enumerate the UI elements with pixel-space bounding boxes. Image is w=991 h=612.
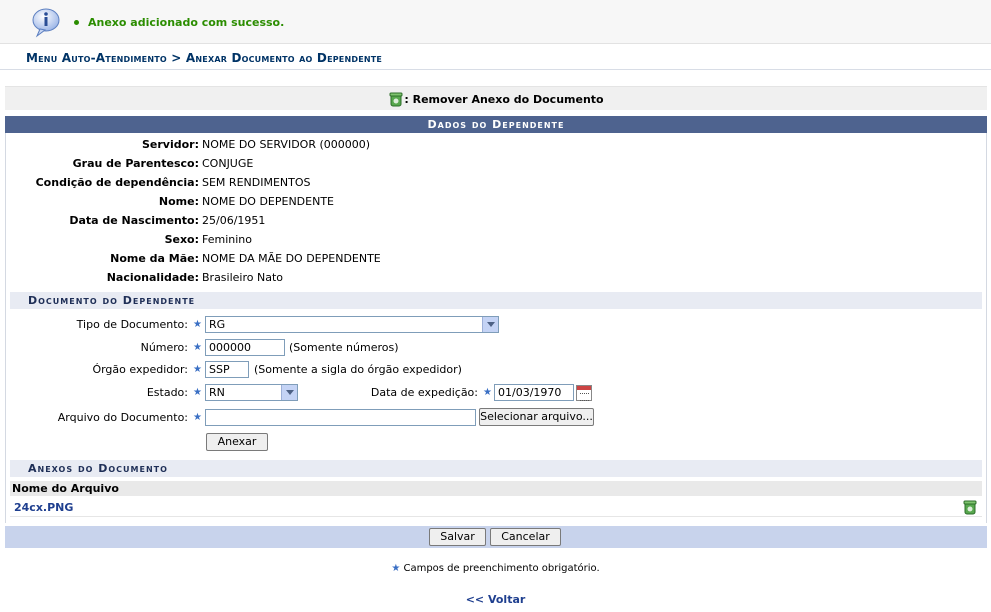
field-label-nacionalidade: Nacionalidade: bbox=[106, 271, 199, 284]
required-note: ★ Campos de preenchimento obrigatório. bbox=[0, 563, 991, 574]
document-section-title: Documento do Dependente bbox=[10, 292, 982, 309]
field-label-sexo: Sexo: bbox=[164, 233, 199, 246]
arquivo-input[interactable] bbox=[205, 409, 476, 426]
info-icon bbox=[32, 8, 60, 38]
chevron-down-icon bbox=[482, 317, 498, 332]
calendar-icon[interactable] bbox=[576, 385, 592, 401]
select-file-button[interactable]: Selecionar arquivo... bbox=[479, 408, 594, 426]
field-value-nascimento: 25/06/1951 bbox=[202, 214, 266, 227]
tipo-documento-select[interactable]: RG bbox=[205, 316, 499, 333]
attachments-section-title: Anexos do Documento bbox=[10, 460, 982, 477]
message-bar: Anexo adicionado com sucesso. bbox=[0, 0, 991, 44]
field-label-dependencia: Condição de dependência: bbox=[35, 176, 199, 189]
cancel-button[interactable]: Cancelar bbox=[490, 528, 561, 546]
field-value-dependencia: SEM RENDIMENTOS bbox=[202, 176, 311, 189]
orgao-expedidor-input[interactable]: SSP bbox=[205, 361, 249, 378]
save-button[interactable]: Salvar bbox=[429, 528, 486, 546]
field-value-nacionalidade: Brasileiro Nato bbox=[202, 271, 283, 284]
field-value-mae: NOME DA MÃE DO DEPENDENTE bbox=[202, 252, 381, 265]
required-icon: ★ bbox=[391, 563, 401, 574]
remove-attachment-label: : Remover Anexo do Documento bbox=[404, 93, 604, 106]
required-icon: ★ bbox=[193, 364, 202, 375]
arquivo-label: Arquivo do Documento: bbox=[57, 411, 188, 424]
numero-input[interactable]: 000000 bbox=[205, 339, 285, 356]
field-label-servidor: Servidor: bbox=[141, 138, 199, 151]
required-icon: ★ bbox=[193, 412, 202, 423]
field-value-parentesco: CONJUGE bbox=[202, 157, 254, 170]
estado-value: RN bbox=[209, 386, 225, 399]
required-note-text: Campos de preenchimento obrigatório. bbox=[403, 563, 600, 574]
attach-button[interactable]: Anexar bbox=[206, 433, 268, 451]
field-value-sexo: Feminino bbox=[202, 233, 252, 246]
orgao-expedidor-label: Órgão expedidor: bbox=[92, 363, 188, 376]
numero-label: Número: bbox=[140, 341, 188, 354]
breadcrumb: Menu Auto-Atendimento > Anexar Documento… bbox=[26, 51, 383, 65]
field-label-nome: Nome: bbox=[158, 195, 199, 208]
data-expedicao-input[interactable]: 01/03/1970 bbox=[494, 384, 574, 401]
trash-icon bbox=[389, 92, 403, 107]
attachment-link[interactable]: 24cx.PNG bbox=[14, 501, 73, 514]
back-link[interactable]: << Voltar bbox=[0, 593, 991, 606]
breadcrumb-divider bbox=[0, 69, 991, 70]
required-icon: ★ bbox=[193, 387, 202, 398]
attachments-column-header: Nome do Arquivo bbox=[10, 481, 982, 496]
success-message: Anexo adicionado com sucesso. bbox=[74, 16, 284, 29]
table-row: 24cx.PNG bbox=[10, 497, 982, 517]
data-expedicao-label: Data de expedição: bbox=[370, 386, 478, 399]
required-icon: ★ bbox=[193, 319, 202, 330]
field-label-mae: Nome da Mãe: bbox=[110, 252, 199, 265]
numero-hint: (Somente números) bbox=[289, 341, 399, 354]
orgao-expedidor-hint: (Somente a sigla do órgão expedidor) bbox=[254, 363, 462, 376]
field-value-servidor: NOME DO SERVIDOR (000000) bbox=[202, 138, 371, 151]
remove-attachment-legend: : Remover Anexo do Documento bbox=[5, 86, 987, 110]
required-icon: ★ bbox=[193, 342, 202, 353]
tipo-documento-label: Tipo de Documento: bbox=[76, 318, 188, 331]
tipo-documento-value: RG bbox=[209, 318, 226, 331]
dependent-section-title: Dados do Dependente bbox=[5, 116, 987, 133]
estado-label: Estado: bbox=[146, 386, 188, 399]
required-icon: ★ bbox=[483, 387, 492, 398]
trash-icon[interactable] bbox=[962, 499, 978, 515]
field-label-parentesco: Grau de Parentesco: bbox=[72, 157, 199, 170]
field-value-nome: NOME DO DEPENDENTE bbox=[202, 195, 334, 208]
field-label-nascimento: Data de Nascimento: bbox=[69, 214, 199, 227]
chevron-down-icon bbox=[281, 385, 297, 400]
estado-select[interactable]: RN bbox=[205, 384, 298, 401]
